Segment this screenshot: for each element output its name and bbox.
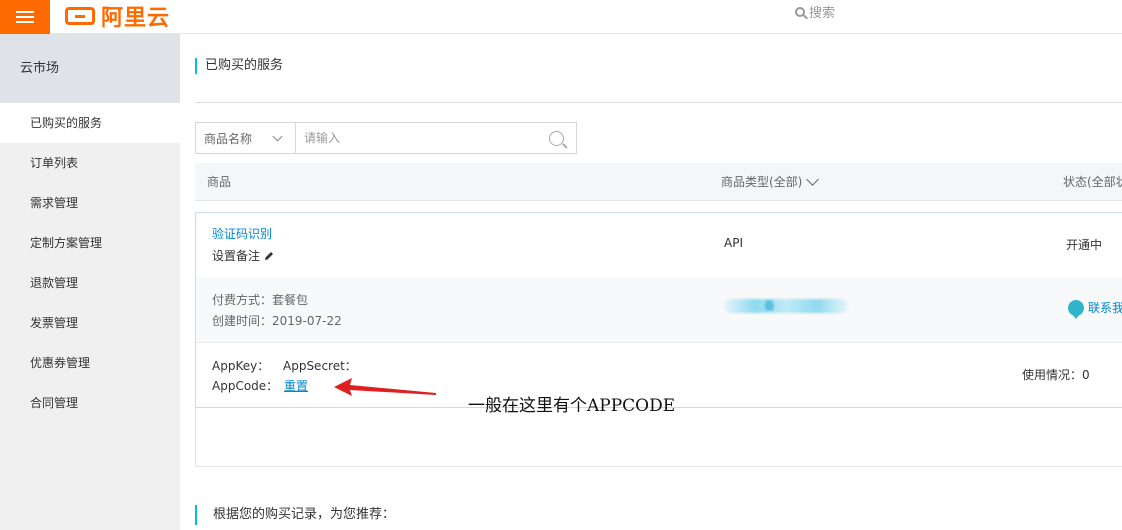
top-search[interactable]: 搜索 [795, 2, 835, 21]
logo-text: 阿里云 [101, 6, 171, 31]
usage-info: 使用情况：0 [1022, 368, 1090, 382]
page-title: 已购买的服务 [195, 58, 283, 74]
column-header-status[interactable]: 状态(全部状 [1063, 163, 1122, 201]
pay-method: 付费方式：套餐包 [212, 293, 309, 307]
aliyun-logo[interactable]: 阿里云 [65, 2, 171, 31]
appcode-label: AppCode： [212, 379, 279, 393]
sidebar-title: 云市场 [0, 34, 180, 103]
search-input[interactable] [296, 123, 536, 153]
chevron-down-icon [272, 131, 283, 141]
sidebar-item-contracts[interactable]: 合同管理 [0, 383, 180, 423]
filter-select-value: 商品名称 [204, 131, 253, 146]
column-header-product: 商品 [207, 175, 232, 189]
reset-appcode-link[interactable]: 重置 [284, 377, 308, 394]
contact-button[interactable]: 联系我 [1068, 299, 1122, 319]
sidebar-item-purchased-services[interactable]: 已购买的服务 [0, 103, 180, 143]
search-label: 搜索 [809, 6, 836, 21]
card-empty-area [195, 407, 1122, 467]
pencil-icon [265, 251, 274, 260]
sidebar-item-coupons[interactable]: 优惠券管理 [0, 343, 180, 383]
appkey-label: AppKey： [212, 359, 270, 373]
filter-field-select[interactable]: 商品名称 [196, 123, 296, 153]
top-bar: 阿里云 搜索 [0, 0, 1122, 34]
service-type: API [724, 236, 743, 250]
sidebar-item-refunds[interactable]: 退款管理 [0, 263, 180, 303]
service-detail-row: 付费方式：套餐包 创建时间：2019-07-22 备 联系我 [196, 277, 1122, 343]
filter-bar: 商品名称 [195, 122, 577, 154]
column-header-type-label: 商品类型(全部) [721, 175, 803, 189]
divider [195, 102, 1122, 103]
menu-icon[interactable] [0, 0, 50, 34]
annotation-arrow-icon [334, 378, 436, 396]
sidebar: 云市场 已购买的服务 订单列表 需求管理 定制方案管理 退款管理 发票管理 优惠… [0, 34, 180, 530]
contact-label: 联系我 [1088, 301, 1122, 315]
logo-mark-icon [65, 7, 95, 25]
sidebar-item-custom-plans[interactable]: 定制方案管理 [0, 223, 180, 263]
recommend-title: 根据您的购买记录，为您推荐： [195, 505, 395, 525]
service-name-link[interactable]: 验证码识别 [212, 225, 272, 242]
annotation-text: 一般在这里有个APPCODE [468, 396, 676, 416]
search-icon [548, 130, 564, 146]
sidebar-item-requirements[interactable]: 需求管理 [0, 183, 180, 223]
service-summary-row: 验证码识别 设置备注 API 开通中 [196, 213, 1122, 278]
search-icon [795, 6, 805, 17]
set-note-button[interactable]: 设置备注 [212, 247, 274, 264]
appsecret-label: AppSecret： [283, 359, 357, 373]
chevron-down-icon [806, 172, 820, 186]
sidebar-item-orders[interactable]: 订单列表 [0, 143, 180, 183]
column-header-type[interactable]: 商品类型(全部) [721, 163, 820, 201]
chat-bubble-icon [1068, 299, 1084, 319]
created-time: 创建时间：2019-07-22 [212, 314, 342, 328]
status-badge: 开通中 [1066, 238, 1103, 252]
blurred-provider: 备 [724, 299, 848, 313]
sidebar-item-invoices[interactable]: 发票管理 [0, 303, 180, 343]
table-header: 商品 商品类型(全部) 状态(全部状 [195, 163, 1122, 201]
search-button[interactable] [536, 123, 576, 153]
set-note-label: 设置备注 [212, 249, 261, 263]
